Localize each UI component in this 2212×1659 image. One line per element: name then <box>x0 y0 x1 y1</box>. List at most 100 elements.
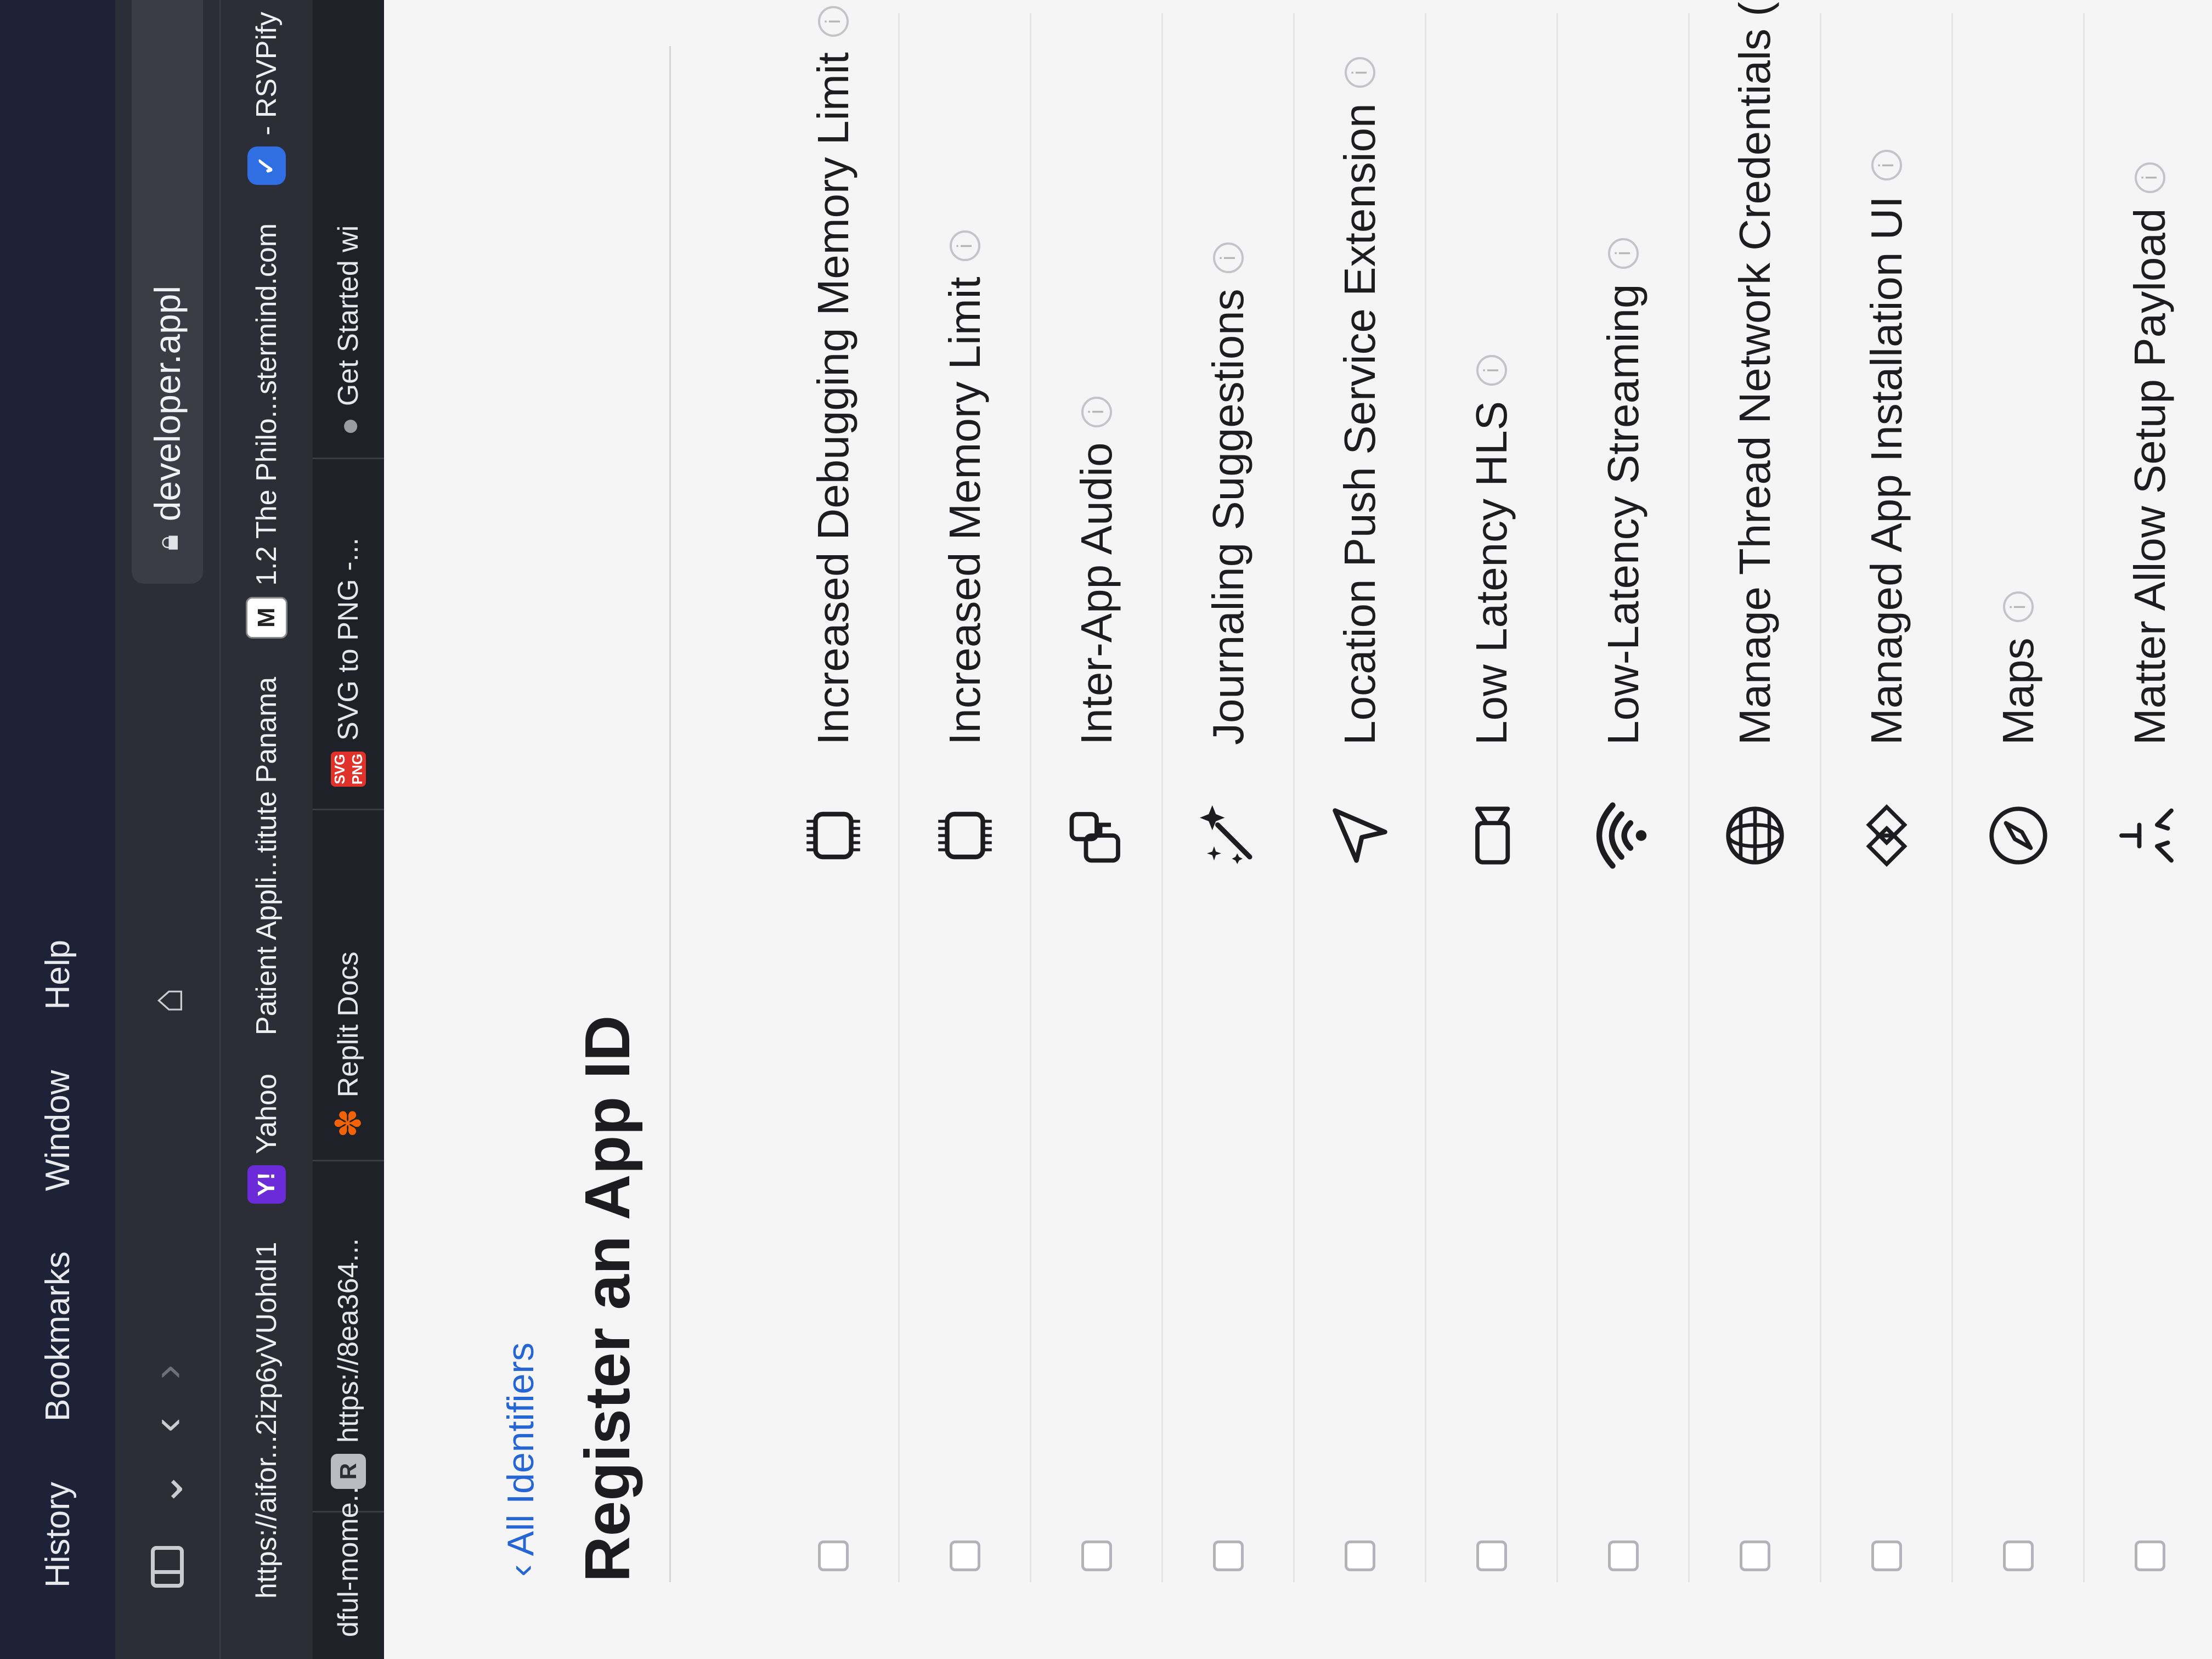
bookmark-patient-application[interactable]: Patient Appli...titute Panama <box>250 677 283 1035</box>
tab-label: https://8ea364... <box>332 1238 364 1443</box>
apple-icon: ● <box>331 417 366 436</box>
capabilities-list: Increased Debugging Memory Limit i Incre… <box>768 0 2212 1582</box>
info-icon[interactable]: i <box>1476 354 1507 386</box>
capability-checkbox[interactable] <box>949 1541 980 1571</box>
capability-checkbox[interactable] <box>817 1541 849 1571</box>
screen: History Bookmarks Window Help ⌄ ‹ › ⌂ 🔒︎… <box>0 0 2212 1659</box>
info-icon[interactable]: i <box>2002 591 2034 623</box>
sidebar-toggle-icon[interactable] <box>151 1546 184 1588</box>
inter-app-audio-icon <box>1056 794 1138 877</box>
capability-label: Manage Thread Network Credentials (devel… <box>1730 0 1779 745</box>
page-title: Register an App ID <box>572 1015 643 1582</box>
bookmark-label: 1.2 The Philo...stermind.com <box>251 223 283 586</box>
toolbar: ⌄ ‹ › ⌂ 🔒︎ developer.appl <box>115 0 219 1659</box>
yahoo-icon: Y! <box>247 1165 286 1204</box>
location-arrow-icon <box>1319 794 1401 877</box>
tab-label: Get Started wi <box>332 225 364 407</box>
bookmark-label: Yahoo <box>251 1074 283 1154</box>
tab-8ea364[interactable]: R https://8ea364... <box>313 1160 384 1511</box>
forward-icon[interactable]: › <box>143 1365 191 1380</box>
capability-row: Low-Latency Streaming i <box>1558 13 1690 1582</box>
mastermind-icon: M <box>246 596 287 639</box>
bookmark-philosophy[interactable]: M 1.2 The Philo...stermind.com <box>246 223 287 639</box>
menu-window[interactable]: Window <box>38 1070 77 1191</box>
menu-history[interactable]: History <box>38 1482 77 1588</box>
home-icon[interactable]: ⌂ <box>143 987 191 1013</box>
all-identifiers-link[interactable]: ‹ All Identifiers <box>499 1342 542 1577</box>
info-icon[interactable]: i <box>1871 150 1902 181</box>
bookmark-label: https://aifor...2izp6yVUohdI1 <box>251 1242 283 1599</box>
app-install-icon <box>1846 794 1928 877</box>
globe-icon <box>1714 794 1796 877</box>
menu-help[interactable]: Help <box>38 940 77 1010</box>
tab-svg-to-png[interactable]: SVG PNG SVG to PNG -... <box>313 458 384 809</box>
capability-label: Location Push Service Extension <box>1335 103 1384 745</box>
info-icon[interactable]: i <box>1344 57 1375 88</box>
address-bar[interactable]: 🔒︎ developer.appl <box>132 0 203 584</box>
lock-icon: 🔒︎ <box>149 534 184 551</box>
capability-checkbox[interactable] <box>1607 1541 1639 1571</box>
capability-label: Matter Allow Setup Payload <box>2125 208 2174 745</box>
bookmark-yahoo[interactable]: Y! Yahoo <box>247 1074 286 1204</box>
compass-icon <box>1977 794 2059 877</box>
capability-checkbox[interactable] <box>2134 1541 2165 1571</box>
capability-label: Maps <box>1993 637 2042 745</box>
magic-wand-icon <box>1187 794 1269 877</box>
divider <box>669 46 671 1582</box>
capability-row: Low Latency HLS i <box>1426 13 1558 1582</box>
replit-icon: ✽ <box>328 1108 368 1138</box>
matter-icon <box>2109 794 2191 877</box>
info-icon[interactable]: i <box>1081 396 1112 427</box>
capability-checkbox[interactable] <box>2002 1541 2034 1571</box>
bookmark-aifor[interactable]: https://aifor...2izp6yVUohdI1 <box>250 1242 283 1599</box>
page-content: ‹ All Identifiers Register an App ID Inc… <box>384 0 2212 1659</box>
capability-row: Inter-App Audio i <box>1031 13 1163 1582</box>
bookmark-rsvpify[interactable]: ✓ - RSVPify <box>247 12 286 185</box>
capability-checkbox[interactable] <box>1871 1541 1902 1571</box>
bookmark-label: Patient Appli...titute Panama <box>251 676 283 1036</box>
info-icon[interactable]: i <box>1212 242 1244 274</box>
url-host: developer.appl <box>147 285 188 522</box>
tab-replit-docs[interactable]: ✽ Replit Docs <box>313 809 384 1160</box>
capability-row: Matter Allow Setup Payload i <box>2085 13 2212 1582</box>
capability-label: Increased Memory Limit <box>940 276 989 745</box>
chip-icon <box>924 794 1006 877</box>
video-camera-icon <box>1451 794 1533 877</box>
tab-label: Replit Docs <box>332 951 364 1098</box>
chevron-down-icon[interactable]: ⌄ <box>143 1471 191 1508</box>
capability-row: Maps i <box>1953 13 2085 1582</box>
bookmark-label: - RSVPify <box>251 12 283 136</box>
capability-checkbox[interactable] <box>1212 1541 1244 1571</box>
capability-label: Inter-App Audio <box>1071 442 1121 745</box>
capability-checkbox[interactable] <box>1476 1541 1507 1571</box>
info-icon[interactable]: i <box>817 6 849 37</box>
menu-bar: History Bookmarks Window Help <box>0 0 115 1659</box>
tab-strip: dful-mome... R https://8ea364... ✽ Repli… <box>313 0 384 1659</box>
checkmark-icon: ✓ <box>247 146 286 185</box>
capability-row: Location Push Service Extension i <box>1295 13 1426 1582</box>
capability-label: Journaling Suggestions <box>1203 289 1252 745</box>
wifi-icon <box>1582 794 1664 877</box>
capability-label: Increased Debugging Memory Limit <box>808 52 857 745</box>
back-icon[interactable]: ‹ <box>143 1418 191 1432</box>
bookmarks-bar: https://aifor...2izp6yVUohdI1 Y! Yahoo P… <box>219 0 313 1659</box>
menu-bookmarks[interactable]: Bookmarks <box>38 1251 77 1421</box>
svg-png-icon: SVG PNG <box>331 752 366 787</box>
tab-dful-mome[interactable]: dful-mome... <box>313 1479 384 1659</box>
tab-label: SVG to PNG -... <box>332 538 364 741</box>
capability-row: Journaling Suggestions i <box>1163 13 1295 1582</box>
capability-row: Manage Thread Network Credentials (devel… <box>1690 0 1821 1582</box>
capability-label: Managed App Installation UI <box>1861 196 1911 745</box>
tab-get-started[interactable]: ● Get Started wi <box>313 106 384 458</box>
browser-chrome: ⌄ ‹ › ⌂ 🔒︎ developer.appl https://aifor.… <box>115 0 313 1659</box>
chip-icon <box>792 794 874 877</box>
capability-row: Managed App Installation UI i <box>1821 13 1953 1582</box>
capability-checkbox[interactable] <box>1739 1541 1770 1571</box>
capability-checkbox[interactable] <box>1344 1541 1375 1571</box>
capability-row: Increased Memory Limit i <box>900 13 1031 1582</box>
info-icon[interactable]: i <box>2134 162 2165 193</box>
capability-label: Low-Latency Streaming <box>1598 284 1647 745</box>
capability-checkbox[interactable] <box>1081 1541 1112 1571</box>
info-icon[interactable]: i <box>1607 238 1639 269</box>
info-icon[interactable]: i <box>949 230 980 262</box>
